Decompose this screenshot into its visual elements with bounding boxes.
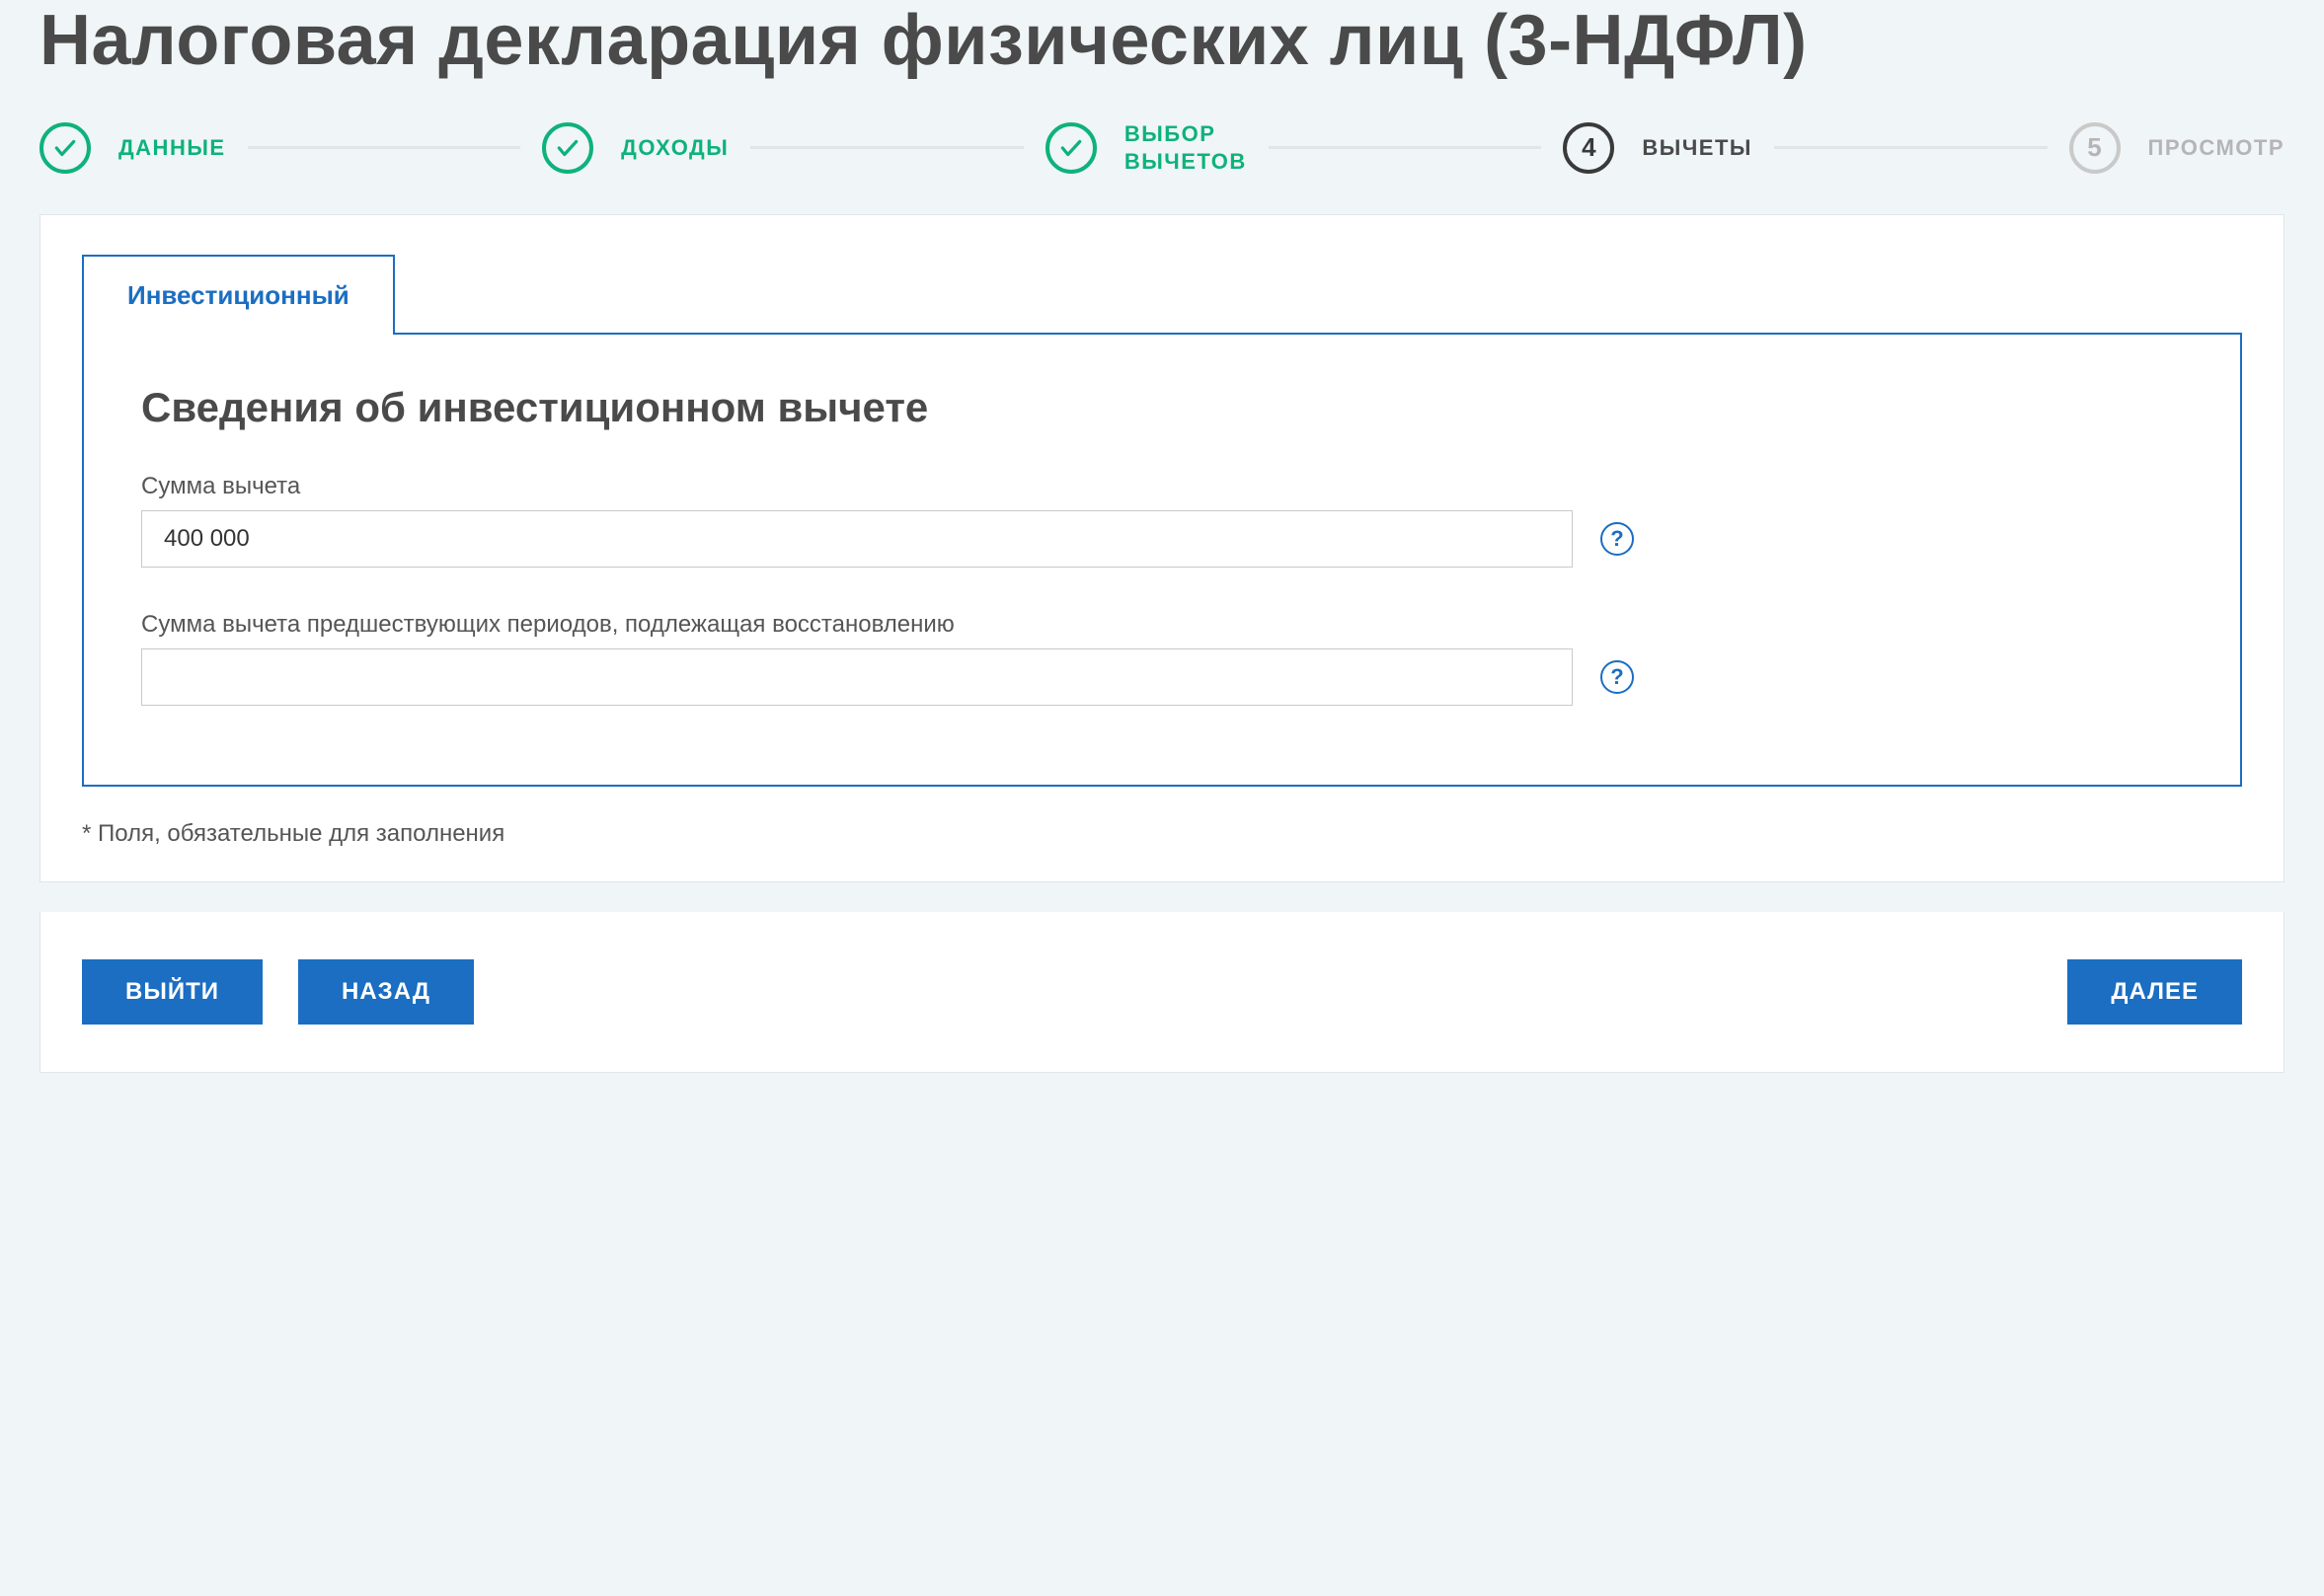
step-label: ПРОСМОТР xyxy=(2148,134,2285,162)
step-connector xyxy=(750,146,1024,149)
input-amount[interactable] xyxy=(141,510,1573,568)
step-label: ДОХОДЫ xyxy=(621,134,729,162)
field-label-prior: Сумма вычета предшествующих периодов, по… xyxy=(141,611,2183,639)
check-icon xyxy=(1046,122,1097,174)
step-label: ВЫБОР ВЫЧЕТОВ xyxy=(1124,120,1247,175)
page-title: Налоговая декларация физических лиц (3-Н… xyxy=(39,0,2285,120)
step-review[interactable]: 5 ПРОСМОТР xyxy=(2069,122,2285,174)
help-icon[interactable]: ? xyxy=(1600,522,1634,556)
step-connector xyxy=(1774,146,2048,149)
exit-button[interactable]: ВЫЙТИ xyxy=(82,959,263,1025)
check-icon xyxy=(542,122,593,174)
step-select-deductions[interactable]: ВЫБОР ВЫЧЕТОВ xyxy=(1046,120,1247,175)
form-card: Инвестиционный Сведения об инвестиционно… xyxy=(39,214,2285,882)
input-prior-amount[interactable] xyxy=(141,648,1573,706)
tab-panel-investment: Сведения об инвестиционном вычете Сумма … xyxy=(82,333,2242,787)
help-icon[interactable]: ? xyxy=(1600,660,1634,694)
step-data[interactable]: ДАННЫЕ xyxy=(39,122,226,174)
field-label-amount: Сумма вычета xyxy=(141,473,2183,500)
step-number-icon: 5 xyxy=(2069,122,2121,174)
step-connector xyxy=(248,146,521,149)
required-footnote: * Поля, обязательные для заполнения xyxy=(82,820,2242,848)
check-icon xyxy=(39,122,91,174)
button-bar: ВЫЙТИ НАЗАД ДАЛЕЕ xyxy=(39,912,2285,1073)
step-label: ВЫЧЕТЫ xyxy=(1642,134,1752,162)
step-number-icon: 4 xyxy=(1563,122,1614,174)
field-amount: Сумма вычета ? xyxy=(141,473,2183,568)
tab-investment[interactable]: Инвестиционный xyxy=(82,255,395,335)
step-deductions[interactable]: 4 ВЫЧЕТЫ xyxy=(1563,122,1752,174)
field-prior-amount: Сумма вычета предшествующих периодов, по… xyxy=(141,611,2183,706)
step-label: ДАННЫЕ xyxy=(118,134,226,162)
step-connector xyxy=(1269,146,1542,149)
progress-stepper: ДАННЫЕ ДОХОДЫ ВЫБОР ВЫЧЕТОВ 4 ВЫЧЕТЫ 5 xyxy=(39,120,2285,214)
step-income[interactable]: ДОХОДЫ xyxy=(542,122,729,174)
panel-title: Сведения об инвестиционном вычете xyxy=(141,384,2183,431)
back-button[interactable]: НАЗАД xyxy=(298,959,474,1025)
next-button[interactable]: ДАЛЕЕ xyxy=(2067,959,2242,1025)
